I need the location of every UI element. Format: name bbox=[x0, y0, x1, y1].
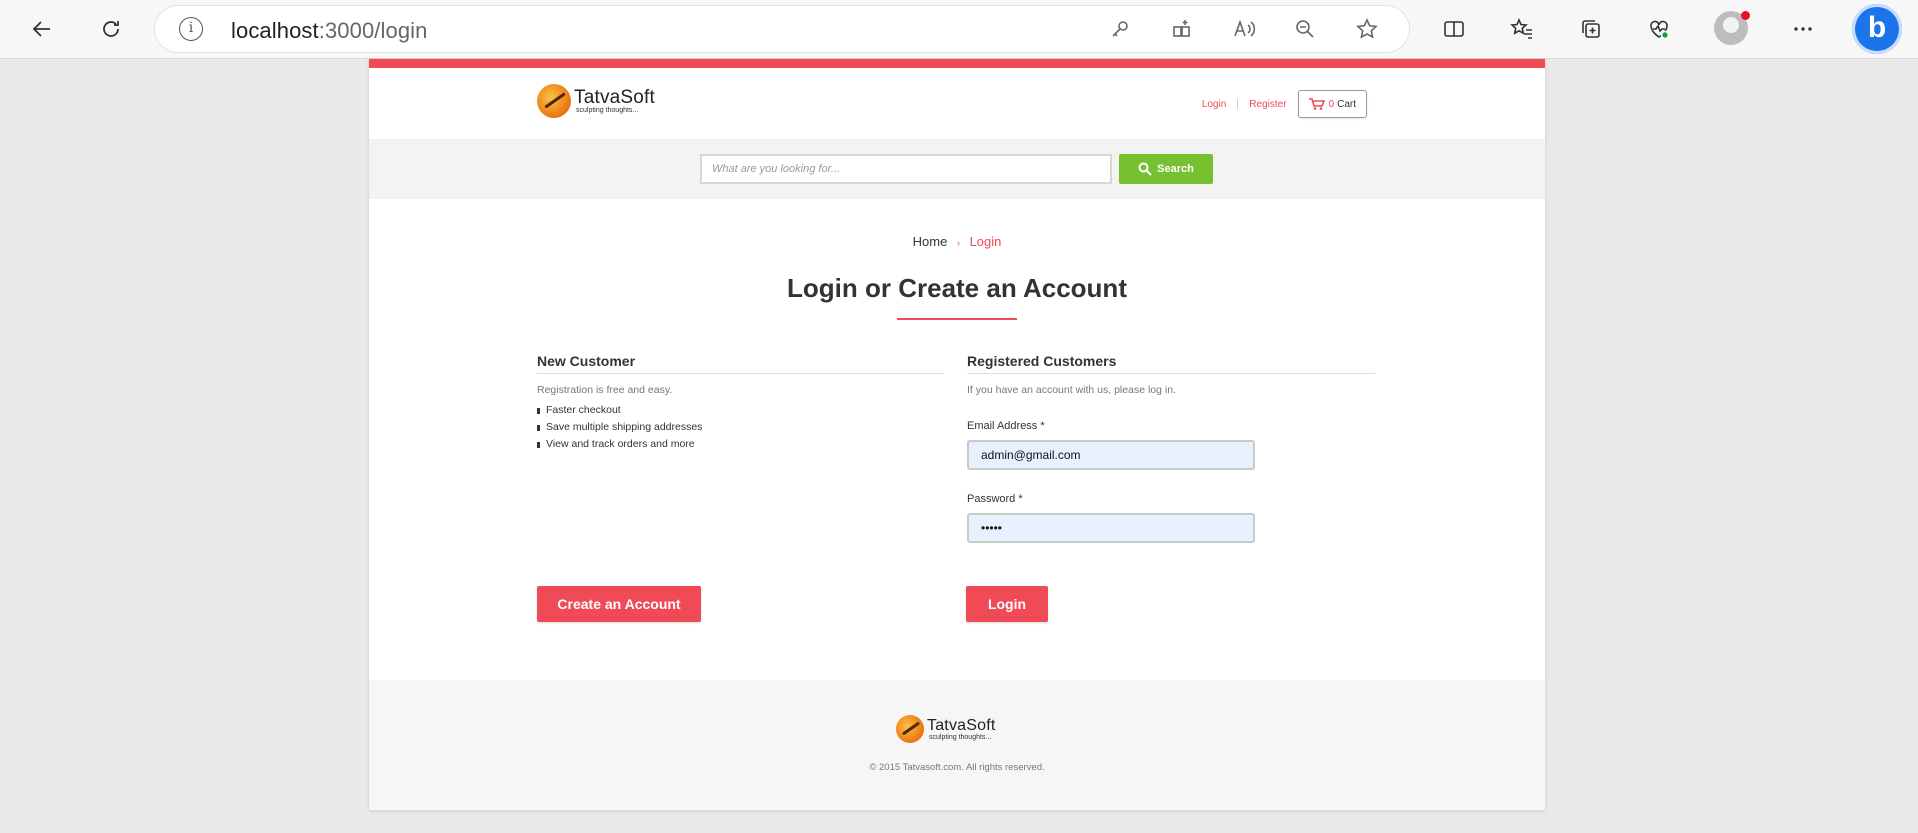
search-band: Search bbox=[369, 139, 1545, 199]
new-customer-intro: Registration is free and easy. bbox=[537, 384, 673, 396]
benefits-list: Faster checkout Save multiple shipping a… bbox=[537, 404, 702, 455]
cart-label: Cart bbox=[1337, 98, 1356, 110]
cart-button[interactable]: 0 Cart bbox=[1297, 90, 1367, 118]
link-divider bbox=[1237, 99, 1239, 109]
password-label: Password * bbox=[967, 493, 1023, 505]
breadcrumb-separator: › bbox=[956, 238, 960, 248]
browser-essentials-icon[interactable] bbox=[1640, 10, 1678, 48]
browser-toolbar: i localhost:3000/login b bbox=[0, 0, 1918, 59]
breadcrumb: Home › Login bbox=[369, 234, 1545, 249]
list-item: Faster checkout bbox=[537, 404, 702, 421]
back-arrow-icon[interactable] bbox=[23, 10, 61, 48]
list-item: Save multiple shipping addresses bbox=[537, 421, 702, 438]
new-customer-divider bbox=[537, 373, 944, 374]
bing-copilot-icon[interactable]: b bbox=[1852, 4, 1902, 54]
notification-dot bbox=[1741, 11, 1750, 20]
logo-globe-icon bbox=[537, 84, 571, 118]
site-info-icon[interactable]: i bbox=[179, 17, 203, 41]
page-container: TatvaSoft sculpting thoughts... Login Re… bbox=[369, 59, 1545, 810]
search-input[interactable] bbox=[700, 154, 1112, 184]
create-account-button[interactable]: Create an Account bbox=[537, 586, 701, 622]
top-accent-strip bbox=[369, 59, 1545, 68]
search-icon bbox=[1138, 162, 1152, 176]
favorites-icon[interactable] bbox=[1503, 10, 1541, 48]
logo-globe-icon bbox=[896, 715, 924, 743]
key-icon[interactable] bbox=[1101, 10, 1139, 48]
header-login-link[interactable]: Login bbox=[1202, 99, 1226, 110]
split-screen-icon[interactable] bbox=[1435, 10, 1473, 48]
search-button-label: Search bbox=[1157, 163, 1194, 175]
site-footer: TatvaSoft sculpting thoughts... © 2015 T… bbox=[369, 680, 1545, 810]
logo-name: TatvaSoft bbox=[574, 87, 656, 108]
registered-divider bbox=[967, 373, 1375, 374]
title-underline bbox=[897, 318, 1017, 320]
footer-logo-tagline: sculpting thoughts... bbox=[929, 733, 992, 741]
breadcrumb-current: Login bbox=[969, 234, 1002, 249]
app-available-icon[interactable] bbox=[1163, 10, 1201, 48]
site-header: TatvaSoft sculpting thoughts... Login Re… bbox=[369, 68, 1545, 139]
search-button[interactable]: Search bbox=[1119, 154, 1213, 184]
more-options-icon[interactable] bbox=[1784, 10, 1822, 48]
address-bar[interactable]: i localhost:3000/login bbox=[155, 6, 1409, 52]
registered-intro: If you have an account with us, please l… bbox=[967, 384, 1176, 396]
cart-icon bbox=[1308, 98, 1325, 110]
logo-tagline: sculpting thoughts... bbox=[576, 107, 639, 114]
read-aloud-icon[interactable] bbox=[1225, 10, 1263, 48]
refresh-icon[interactable] bbox=[92, 10, 130, 48]
login-button[interactable]: Login bbox=[966, 586, 1048, 622]
breadcrumb-home[interactable]: Home bbox=[913, 234, 948, 249]
cart-count: 0 bbox=[1328, 98, 1335, 110]
new-customer-heading: New Customer bbox=[537, 353, 636, 369]
password-field[interactable] bbox=[967, 513, 1255, 543]
site-logo[interactable]: TatvaSoft sculpting thoughts... bbox=[537, 84, 655, 118]
registered-customers-heading: Registered Customers bbox=[967, 353, 1117, 369]
header-links: Login Register 0 Cart bbox=[1202, 90, 1367, 118]
email-field[interactable] bbox=[967, 440, 1255, 470]
zoom-out-icon[interactable] bbox=[1286, 10, 1324, 48]
list-item: View and track orders and more bbox=[537, 438, 702, 455]
page-title: Login or Create an Account bbox=[787, 273, 1127, 303]
footer-logo[interactable]: TatvaSoft sculpting thoughts... bbox=[896, 715, 996, 743]
copyright-text: © 2015 Tatvasoft.com. All rights reserve… bbox=[869, 762, 1045, 773]
url-text[interactable]: localhost:3000/login bbox=[231, 18, 427, 44]
header-register-link[interactable]: Register bbox=[1249, 99, 1286, 110]
favorite-star-icon[interactable] bbox=[1348, 10, 1386, 48]
collections-icon[interactable] bbox=[1572, 10, 1610, 48]
email-label: Email Address * bbox=[967, 420, 1045, 432]
footer-logo-name: TatvaSoft bbox=[927, 716, 996, 734]
